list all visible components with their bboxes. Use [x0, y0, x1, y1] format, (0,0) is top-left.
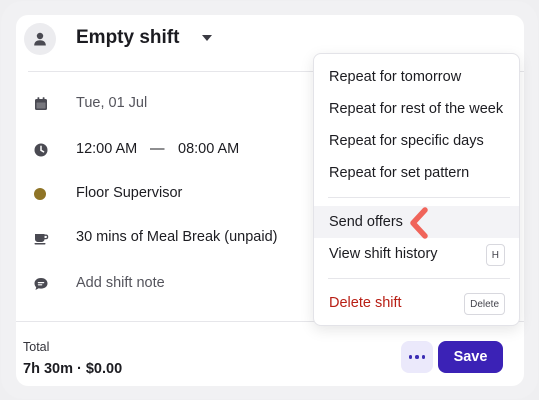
shortcut-key-badge: H	[485, 244, 505, 266]
chevron-down-icon[interactable]	[202, 35, 212, 41]
role-row[interactable]: Floor Supervisor	[16, 182, 316, 206]
end-time[interactable]: 08:00 AM	[178, 141, 239, 157]
time-row[interactable]: 12:00 AM — 08:00 AM	[16, 138, 316, 162]
shift-title[interactable]: Empty shift	[76, 27, 179, 49]
menu-item-view-shift-history[interactable]: View shift history H	[314, 238, 519, 270]
speech-bubble-icon	[34, 278, 48, 290]
clock-icon	[34, 143, 48, 157]
menu-separator	[328, 197, 510, 198]
total-value: 7h 30m · $0.00	[23, 361, 123, 377]
shift-date: Tue, 01 Jul	[76, 95, 148, 111]
menu-item-delete-shift[interactable]: Delete shift Delete	[314, 287, 519, 319]
menu-item-repeat-set-pattern[interactable]: Repeat for set pattern	[314, 157, 519, 189]
calendar-icon	[35, 97, 47, 110]
avatar[interactable]	[24, 23, 56, 55]
chevron-left-arrow-icon	[410, 207, 428, 239]
total-label: Total	[23, 340, 50, 354]
shift-role: Floor Supervisor	[76, 185, 183, 201]
time-separator: —	[150, 141, 165, 157]
start-time[interactable]: 12:00 AM	[76, 141, 137, 157]
menu-item-repeat-tomorrow[interactable]: Repeat for tomorrow	[314, 61, 519, 93]
note-row[interactable]: Add shift note	[16, 272, 316, 296]
save-button[interactable]: Save	[438, 341, 503, 373]
more-horizontal-icon	[408, 355, 413, 359]
role-color-dot	[34, 188, 46, 200]
date-row[interactable]: Tue, 01 Jul	[16, 92, 316, 116]
user-icon	[34, 32, 46, 46]
shortcut-key-badge: Delete	[464, 293, 505, 315]
menu-separator	[328, 278, 510, 279]
coffee-cup-icon	[34, 234, 49, 245]
more-options-button[interactable]	[401, 341, 433, 373]
menu-item-repeat-rest-of-week[interactable]: Repeat for rest of the week	[314, 93, 519, 125]
menu-item-repeat-specific-days[interactable]: Repeat for specific days	[314, 125, 519, 157]
break-row[interactable]: 30 mins of Meal Break (unpaid)	[16, 226, 316, 250]
shift-actions-menu: Repeat for tomorrow Repeat for rest of t…	[313, 53, 520, 326]
shift-note-placeholder: Add shift note	[76, 275, 165, 291]
break-duration: 30 mins of Meal Break (unpaid)	[76, 229, 278, 245]
